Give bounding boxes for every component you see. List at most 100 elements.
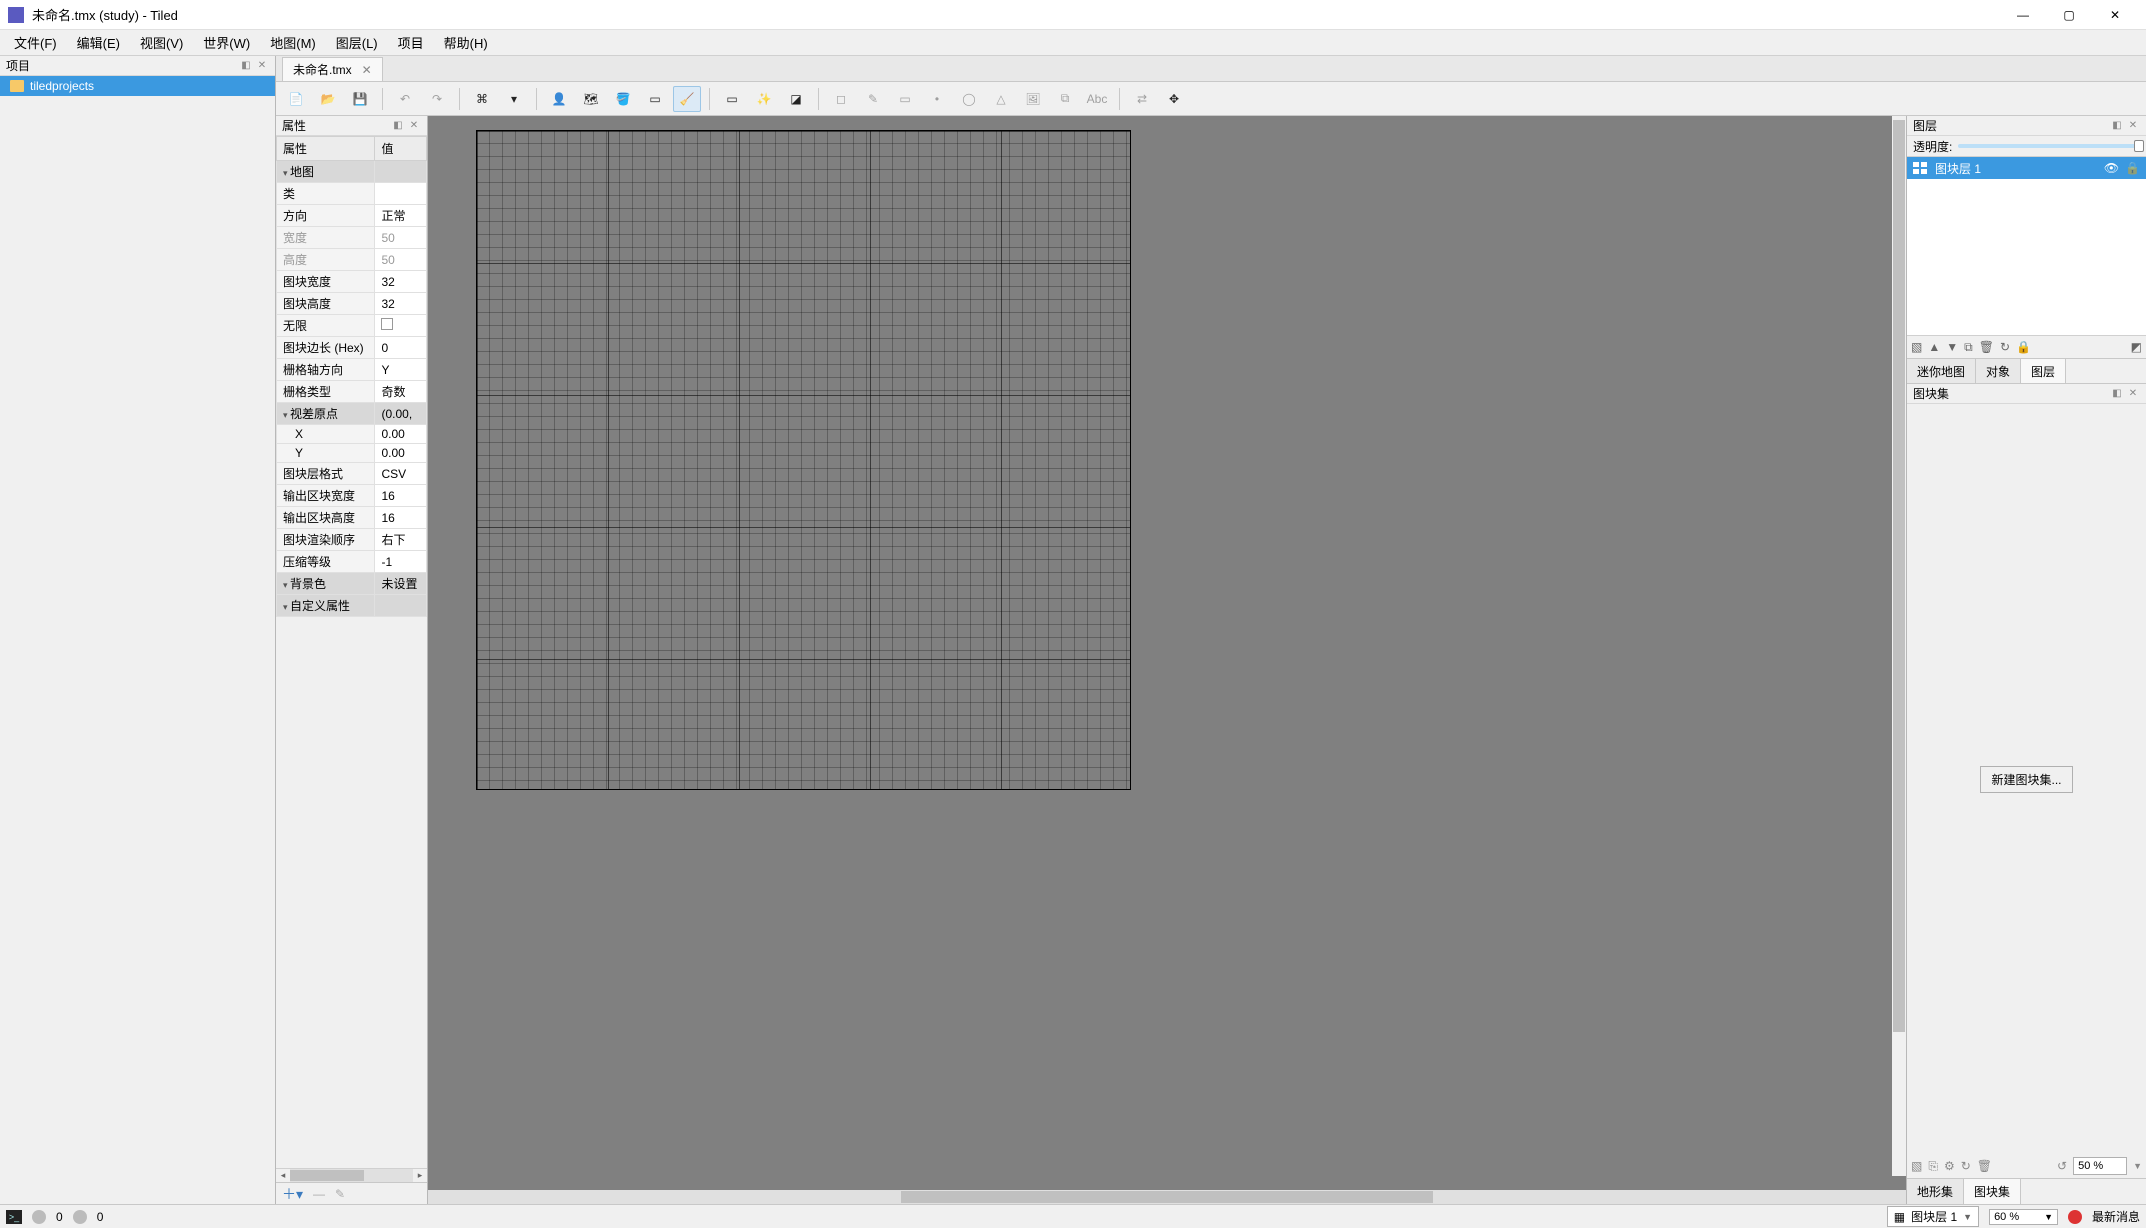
close-button[interactable]: ✕ (2092, 0, 2138, 30)
prop-value[interactable]: 正常 (375, 205, 427, 227)
remove-property-button[interactable]: — (313, 1187, 325, 1201)
zoom-control[interactable]: ▼ (1989, 1209, 2058, 1225)
tool-ex1-button[interactable]: ⇄ (1128, 86, 1156, 112)
panel-close-icon[interactable]: ✕ (407, 119, 421, 133)
chevron-down-icon[interactable]: ▼ (2040, 1212, 2057, 1222)
prop-value[interactable]: 0 (375, 337, 427, 359)
tool-bucket-button[interactable]: 🪣 (609, 86, 637, 112)
lock-button[interactable]: 🔒 (2016, 340, 2031, 354)
tool-stamp-button[interactable]: 👤 (545, 86, 573, 112)
prop-value[interactable] (375, 161, 427, 183)
layer-item[interactable]: 图块层 1 👁 🔒 (1907, 157, 2146, 179)
issues-warn-icon[interactable] (73, 1210, 87, 1224)
tool-ellipse-button[interactable]: ◯ (955, 86, 983, 112)
prop-value[interactable]: 50 (375, 227, 427, 249)
tool-tpl-button[interactable]: ⧉ (1051, 86, 1079, 112)
news-icon[interactable] (2068, 1210, 2082, 1224)
tool-cmd-button[interactable]: ⌘ (468, 86, 496, 112)
lock-icon[interactable]: 🔒 (2125, 161, 2140, 175)
tool-obj-sel-button[interactable]: ◻ (827, 86, 855, 112)
tool-open-button[interactable]: 📂 (314, 86, 342, 112)
prop-value[interactable] (375, 315, 427, 337)
layer-down-button[interactable]: ▼ (1946, 340, 1958, 354)
minimize-button[interactable]: — (2000, 0, 2046, 30)
prop-key[interactable]: 无限 (277, 315, 375, 337)
prop-value[interactable]: 32 (375, 271, 427, 293)
add-property-button[interactable]: ＋▾ (282, 1184, 303, 1204)
prop-key[interactable]: 输出区块高度 (277, 507, 375, 529)
tool-new-button[interactable]: 📄 (282, 86, 310, 112)
tab-close-icon[interactable]: ✕ (362, 63, 372, 77)
menu-世界(W)[interactable]: 世界(W) (193, 30, 260, 55)
tool-dd-button[interactable]: ▾ (500, 86, 528, 112)
properties-table[interactable]: 属性 值 地图类方向正常宽度50高度50图块宽度32图块高度32无限图块边长 (… (276, 136, 427, 1168)
ts-replace-button[interactable]: ↻ (1961, 1159, 1971, 1173)
dock-tab-地形集[interactable]: 地形集 (1907, 1179, 1964, 1204)
visibility-icon[interactable]: 👁 (2104, 161, 2119, 175)
del-layer-button[interactable]: 🗑 (1979, 340, 1994, 354)
prop-value[interactable]: 右下 (375, 529, 427, 551)
project-folder-item[interactable]: tiledprojects (0, 76, 275, 96)
canvas-vscroll[interactable] (1892, 116, 1906, 1176)
prop-key[interactable]: Y (277, 444, 375, 463)
tool-point-button[interactable]: • (923, 86, 951, 112)
panel-close-icon[interactable]: ✕ (2126, 387, 2140, 401)
ts-dynamic-button[interactable]: ↺ (2057, 1159, 2067, 1173)
tool-same-button[interactable]: ◪ (782, 86, 810, 112)
menu-编辑(E)[interactable]: 编辑(E) (67, 30, 130, 55)
prop-key[interactable]: 视差原点 (277, 403, 375, 425)
panel-float-icon[interactable]: ◧ (2110, 119, 2124, 133)
prop-value[interactable] (375, 183, 427, 205)
panel-close-icon[interactable]: ✕ (2126, 119, 2140, 133)
menu-帮助(H)[interactable]: 帮助(H) (434, 30, 498, 55)
dup-layer-button[interactable]: ⧉ (1964, 340, 1973, 355)
prop-value[interactable]: CSV (375, 463, 427, 485)
prop-key[interactable]: 方向 (277, 205, 375, 227)
prop-key[interactable]: 自定义属性 (277, 595, 375, 617)
prop-value[interactable]: -1 (375, 551, 427, 573)
tileset-zoom-input[interactable] (2073, 1157, 2127, 1175)
current-layer-selector[interactable]: ▦ 图块层 1 ▼ (1887, 1206, 1979, 1227)
dock-tab-迷你地图[interactable]: 迷你地图 (1907, 359, 1976, 383)
opacity-slider[interactable] (1958, 144, 2140, 148)
properties-hscroll[interactable]: ◂▸ (276, 1168, 427, 1182)
prop-key[interactable]: 图块层格式 (277, 463, 375, 485)
highlight-button[interactable]: ◩ (2131, 340, 2142, 354)
maximize-button[interactable]: ▢ (2046, 0, 2092, 30)
prop-value[interactable]: 未设置 (375, 573, 427, 595)
new-tileset-button[interactable]: 新建图块集... (1980, 766, 2072, 793)
prop-value[interactable] (375, 595, 427, 617)
prop-key[interactable]: 图块渲染顺序 (277, 529, 375, 551)
tool-obj-edit-button[interactable]: ✎ (859, 86, 887, 112)
ts-edit-button[interactable]: ⚙ (1944, 1159, 1955, 1173)
ts-del-button[interactable]: 🗑 (1977, 1159, 1992, 1173)
tool-image-button[interactable]: 🖼 (1019, 86, 1047, 112)
prop-value[interactable]: 0.00 (375, 444, 427, 463)
prop-key[interactable]: 图块宽度 (277, 271, 375, 293)
dock-tab-图层[interactable]: 图层 (2021, 359, 2066, 383)
tool-save-button[interactable]: 💾 (346, 86, 374, 112)
tool-eraser-button[interactable]: 🧹 (673, 86, 701, 112)
layer-up-button[interactable]: ▲ (1928, 340, 1940, 354)
prop-key[interactable]: 宽度 (277, 227, 375, 249)
refresh-button[interactable]: ↻ (2000, 340, 2010, 354)
zoom-input[interactable] (1990, 1210, 2038, 1224)
menu-图层(L)[interactable]: 图层(L) (326, 30, 388, 55)
tool-redo-button[interactable]: ↷ (423, 86, 451, 112)
layer-list[interactable]: 图块层 1 👁 🔒 (1907, 156, 2146, 336)
menu-文件(F)[interactable]: 文件(F) (4, 30, 67, 55)
tool-text-button[interactable]: Abc (1083, 86, 1111, 112)
prop-key[interactable]: 类 (277, 183, 375, 205)
prop-key[interactable]: 背景色 (277, 573, 375, 595)
prop-key[interactable]: 图块边长 (Hex) (277, 337, 375, 359)
menu-项目[interactable]: 项目 (388, 30, 434, 55)
prop-key[interactable]: 输出区块宽度 (277, 485, 375, 507)
ts-new-button[interactable]: ▧ (1911, 1159, 1922, 1173)
canvas-hscroll[interactable] (428, 1190, 1906, 1204)
panel-close-icon[interactable]: ✕ (255, 59, 269, 73)
map-viewport[interactable] (428, 116, 1906, 1204)
prop-key[interactable]: 栅格类型 (277, 381, 375, 403)
edit-property-button[interactable]: ✎ (335, 1187, 345, 1201)
tool-terrain-button[interactable]: 🗺 (577, 86, 605, 112)
prop-key[interactable]: 压缩等级 (277, 551, 375, 573)
